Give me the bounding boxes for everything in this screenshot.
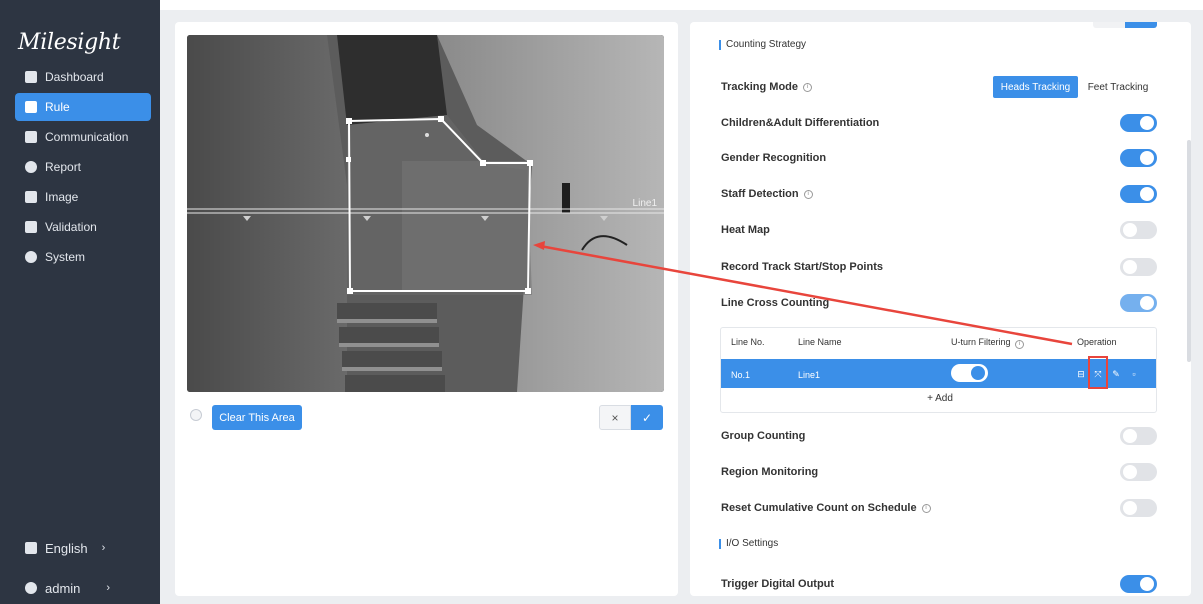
- user-label: admin: [45, 580, 81, 596]
- language-icon: [25, 542, 37, 554]
- column-header-uturn: U-turn Filtering i: [951, 337, 1025, 349]
- column-header-operation: Operation: [1077, 337, 1117, 347]
- communication-icon: [25, 131, 37, 143]
- system-icon: [25, 251, 37, 263]
- children-adult-toggle[interactable]: [1120, 114, 1157, 132]
- section-title-io-settings: I/O Settings: [719, 539, 778, 549]
- edit-icon[interactable]: ✎: [1111, 369, 1121, 379]
- group-counting-label: Group Counting: [721, 430, 806, 442]
- report-icon: [25, 161, 37, 173]
- uturn-filtering-toggle[interactable]: [951, 364, 988, 382]
- nav-item-validation[interactable]: Validation: [15, 213, 151, 241]
- nav-item-label: System: [45, 250, 86, 264]
- line-overlay-label: Line1: [633, 198, 658, 209]
- heat-map-toggle[interactable]: [1120, 221, 1157, 239]
- gender-recognition-toggle[interactable]: [1120, 149, 1157, 167]
- section-title-counting-strategy: Counting Strategy: [719, 40, 806, 50]
- tracking-mode-label: Tracking Mode i: [721, 79, 813, 95]
- image-icon: [25, 191, 37, 203]
- camera-preview[interactable]: Line1: [187, 35, 664, 392]
- cancel-button[interactable]: ×: [599, 405, 631, 430]
- line-name-cell: Line1: [798, 370, 821, 380]
- eye-icon[interactable]: [190, 409, 202, 421]
- nav-item-label: Validation: [45, 220, 97, 234]
- user-menu[interactable]: admin ›: [15, 575, 151, 601]
- nav-item-label: Dashboard: [45, 70, 104, 84]
- nav-item-label: Image: [45, 190, 79, 204]
- nav-item-label: Rule: [45, 100, 70, 114]
- info-icon[interactable]: i: [1015, 340, 1025, 349]
- nav-item-label: Communication: [45, 130, 129, 144]
- highlight-box: [1088, 356, 1108, 389]
- trigger-output-label: Trigger Digital Output: [721, 578, 835, 590]
- region-monitoring-label: Region Monitoring: [721, 466, 819, 478]
- info-icon[interactable]: i: [803, 189, 813, 199]
- feet-tracking-button[interactable]: Feet Tracking: [1083, 76, 1153, 98]
- line-no-cell: No.1: [731, 370, 751, 380]
- milesight-logo: Milesight: [18, 30, 121, 55]
- nav-item-dashboard[interactable]: Dashboard: [15, 63, 151, 91]
- reset-schedule-text: Reset Cumulative Count on Schedule: [721, 502, 917, 514]
- nav-item-report[interactable]: Report: [15, 153, 151, 181]
- column-header-line-no: Line No.: [731, 337, 765, 347]
- nav-item-rule[interactable]: Rule: [15, 93, 151, 121]
- heads-tracking-button[interactable]: Heads Tracking: [993, 76, 1078, 98]
- chevron-right-icon: ›: [106, 582, 111, 594]
- sidebar: Milesight Dashboard Rule Communication R…: [0, 0, 160, 604]
- children-adult-label: Children&Adult Differentiation: [721, 117, 880, 129]
- nav-item-label: Report: [45, 160, 82, 174]
- user-icon: [25, 582, 37, 594]
- delete-icon[interactable]: ▫: [1129, 369, 1139, 379]
- info-icon[interactable]: i: [803, 82, 813, 92]
- dashboard-icon: [25, 71, 37, 83]
- staff-detection-text: Staff Detection: [721, 188, 799, 200]
- partial-segmented-control[interactable]: [1093, 22, 1157, 28]
- scrollbar[interactable]: [1187, 140, 1191, 362]
- record-track-toggle[interactable]: [1120, 258, 1157, 276]
- nav-item-system[interactable]: System: [15, 243, 151, 271]
- trigger-output-toggle[interactable]: [1120, 575, 1157, 593]
- staff-detection-label: Staff Detection i: [721, 186, 813, 202]
- language-label: English: [45, 540, 88, 556]
- region-monitoring-toggle[interactable]: [1120, 463, 1157, 481]
- language-selector[interactable]: English ›: [15, 535, 151, 561]
- group-counting-toggle[interactable]: [1120, 427, 1157, 445]
- gender-recognition-label: Gender Recognition: [721, 152, 827, 164]
- validation-icon: [25, 221, 37, 233]
- line-cross-counting-toggle[interactable]: [1120, 294, 1157, 312]
- tracking-mode-text: Tracking Mode: [721, 81, 799, 93]
- camera-scene: Line1: [187, 35, 664, 392]
- nav-item-communication[interactable]: Communication: [15, 123, 151, 151]
- add-line-button[interactable]: + Add: [900, 393, 980, 409]
- confirm-button[interactable]: ✓: [631, 405, 663, 430]
- chevron-right-icon: ›: [101, 542, 106, 554]
- heat-map-label: Heat Map: [721, 224, 770, 236]
- column-header-line-name: Line Name: [798, 337, 842, 347]
- reset-schedule-label: Reset Cumulative Count on Schedule i: [721, 500, 931, 516]
- rule-icon: [25, 101, 37, 113]
- nav-item-image[interactable]: Image: [15, 183, 151, 211]
- line-cross-counting-label: Line Cross Counting: [721, 297, 830, 309]
- info-icon[interactable]: i: [921, 503, 931, 513]
- reset-schedule-toggle[interactable]: [1120, 499, 1157, 517]
- record-track-label: Record Track Start/Stop Points: [721, 261, 883, 273]
- hide-line-icon[interactable]: ⊟: [1076, 369, 1086, 379]
- staff-detection-toggle[interactable]: [1120, 185, 1157, 203]
- clear-area-button[interactable]: Clear This Area: [212, 405, 302, 430]
- uturn-header-text: U-turn Filtering: [951, 337, 1011, 347]
